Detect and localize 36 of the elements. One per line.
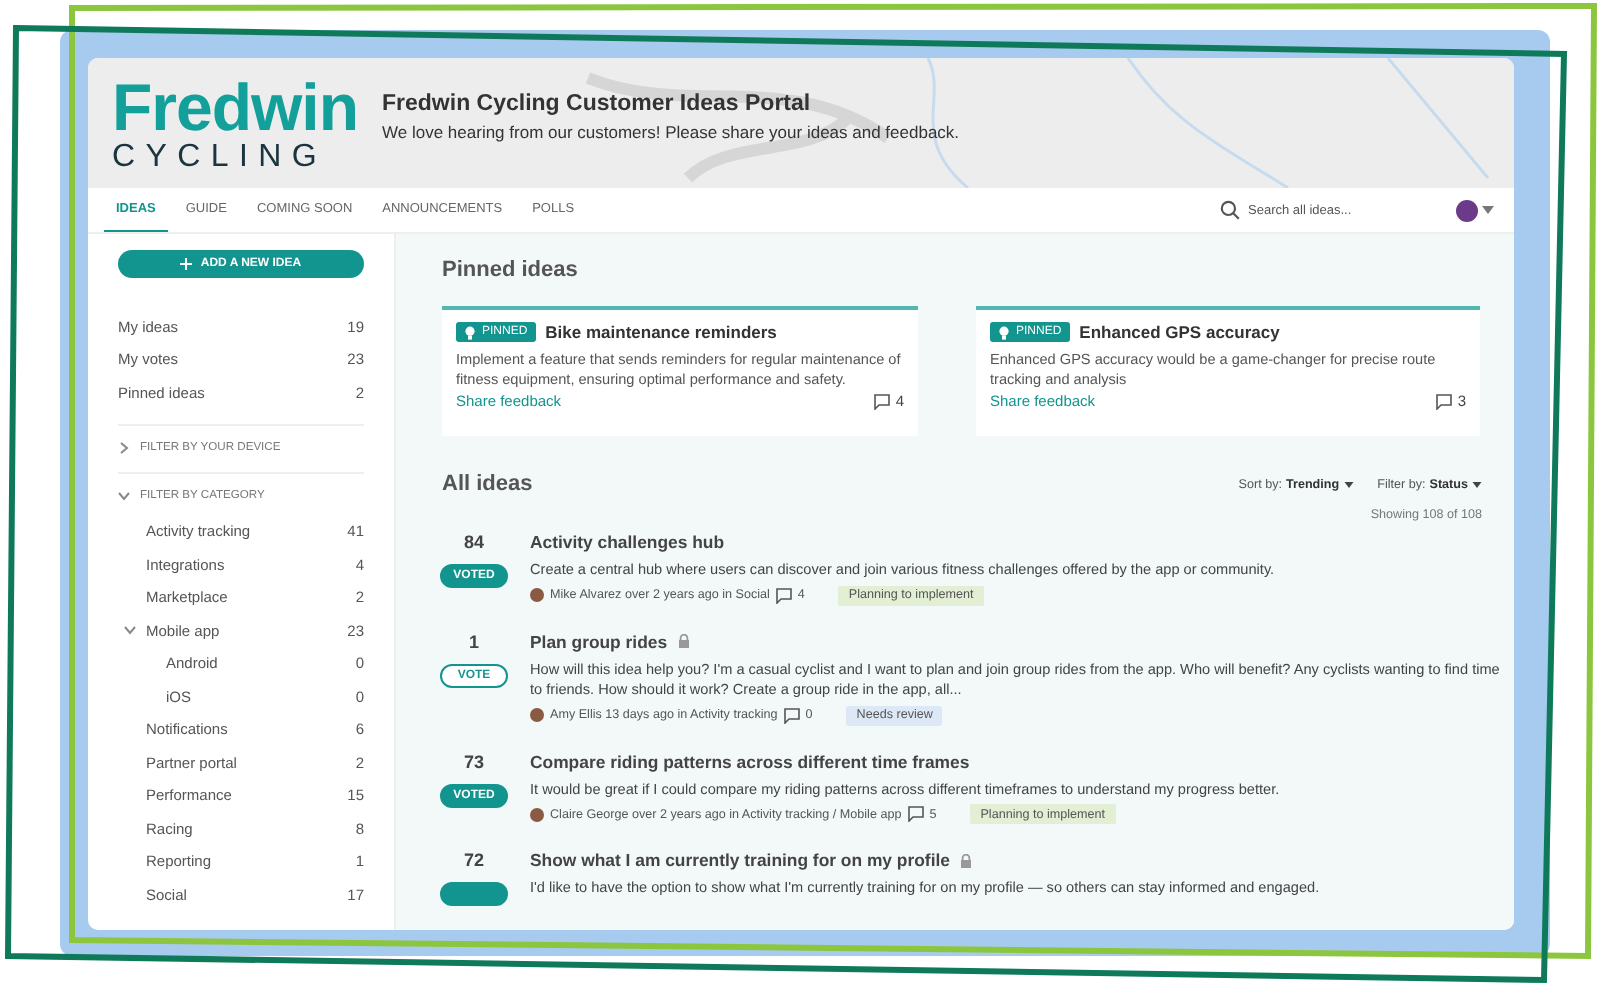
comment-icon <box>783 707 800 723</box>
section-heading: Pinned ideas <box>442 258 580 282</box>
portal-subtitle: We love hearing from our customers! Please share your ideas and feedback. <box>382 122 960 142</box>
comment-icon <box>907 806 924 822</box>
caret-icon[interactable] <box>1482 206 1494 214</box>
chevron-icon[interactable] <box>124 624 136 636</box>
portal-title: Fredwin Cycling Customer Ideas Portal <box>382 92 813 116</box>
vote-count: 1 <box>468 631 479 651</box>
user-avatar <box>530 708 544 722</box>
user-avatar[interactable] <box>1456 199 1478 221</box>
logo-subtitle: CYCLING <box>112 141 330 173</box>
chevron-icon <box>118 490 130 502</box>
idea-title[interactable]: Show what I am currently training for on my profile <box>530 850 950 870</box>
lightbulb-icon <box>464 325 476 339</box>
vote-button[interactable] <box>440 882 508 906</box>
vote-count: 73 <box>463 751 484 771</box>
caret-icon <box>1472 481 1482 487</box>
idea-title[interactable]: Activity challenges hub <box>530 532 725 552</box>
chevron-icon <box>118 442 130 454</box>
caret-icon <box>1343 481 1354 487</box>
idea-title[interactable]: Enhanced GPS accuracy <box>1079 322 1280 342</box>
comment-icon <box>1435 393 1452 409</box>
idea-title[interactable]: Plan group rides <box>530 631 668 651</box>
lightbulb-icon <box>998 325 1010 339</box>
search-icon <box>1220 200 1240 220</box>
comment-icon <box>775 587 792 603</box>
comment-icon <box>873 393 890 409</box>
idea-title[interactable]: Compare riding patterns across different time frames <box>530 751 970 771</box>
user-avatar <box>530 588 544 602</box>
section-heading: All ideas <box>442 472 533 496</box>
idea-title[interactable]: Bike maintenance reminders <box>545 322 777 342</box>
user-avatar <box>530 807 544 821</box>
vote-count: 84 <box>463 532 484 552</box>
logo-wordmark: Fredwin <box>112 73 359 139</box>
plus-icon <box>180 258 193 270</box>
vote-count: 72 <box>463 850 484 870</box>
